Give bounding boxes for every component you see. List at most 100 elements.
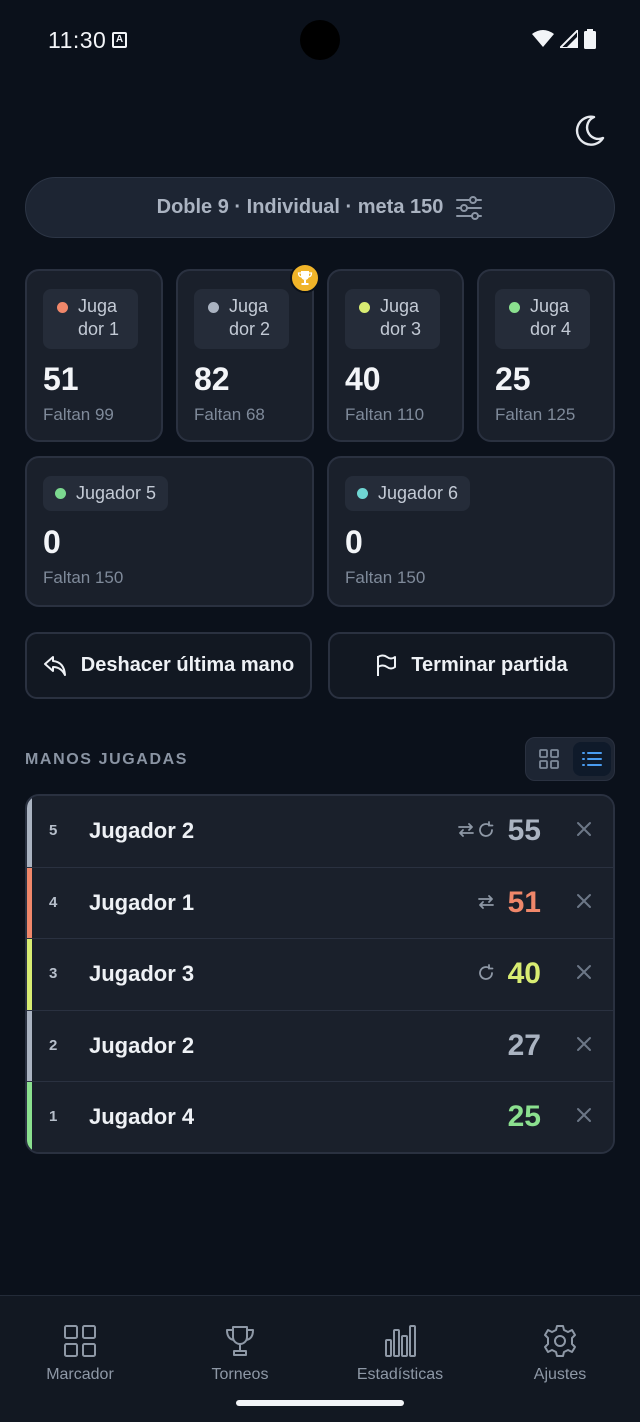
list-icon — [582, 752, 602, 766]
player-score: 0 — [43, 524, 61, 560]
nav-item-ajustes[interactable]: Ajustes — [480, 1324, 640, 1384]
leader-trophy-icon — [290, 263, 320, 293]
player-score: 25 — [495, 361, 531, 397]
player-card[interactable]: Juga dor 3 40 Faltan 110 — [327, 269, 464, 442]
player-score: 0 — [345, 524, 363, 560]
hand-row[interactable]: 5 Jugador 2 55 — [27, 796, 613, 868]
swap-icon — [478, 894, 494, 909]
hand-color-strip — [27, 867, 32, 938]
refresh-icon — [479, 964, 494, 980]
hand-points: 27 — [507, 1028, 541, 1062]
hand-points: 25 — [507, 1100, 541, 1133]
player-badge: Jugador 6 — [345, 476, 471, 511]
nav-label: Estadísticas — [356, 1366, 444, 1383]
grid-view-button[interactable] — [530, 742, 568, 776]
player-card[interactable]: Jugador 5 0 Faltan 150 — [25, 456, 314, 607]
status-bar: 11:30 A — [0, 0, 640, 80]
player-badge: Jugador 5 — [43, 476, 169, 511]
player-badge: Juga dor 3 — [345, 289, 440, 349]
player-card[interactable]: Jugador 6 0 Faltan 150 — [327, 456, 615, 607]
player-name: Juga dor 2 — [229, 296, 271, 339]
gear-icon — [544, 1325, 576, 1357]
player-score: 82 — [194, 361, 230, 397]
player-remaining: Faltan 68 — [194, 405, 265, 424]
player-name: Jugador 5 — [76, 483, 157, 503]
list-view-button[interactable] — [573, 742, 611, 776]
hand-player: Jugador 2 — [89, 1032, 195, 1058]
sliders-icon — [456, 195, 483, 220]
player-score: 40 — [345, 361, 381, 397]
finish-label: Terminar partida — [411, 654, 568, 676]
player-card[interactable]: Juga dor 4 25 Faltan 125 — [477, 269, 615, 442]
signal-icon — [560, 30, 578, 48]
player-remaining: Faltan 99 — [43, 405, 114, 424]
hand-color-strip — [27, 1082, 32, 1152]
undo-label: Deshacer última mano — [80, 654, 295, 676]
undo-icon — [43, 655, 66, 676]
hand-index: 2 — [49, 1036, 58, 1054]
hand-color-strip — [27, 796, 32, 867]
delete-hand-icon[interactable] — [575, 820, 593, 838]
hand-row[interactable]: 1 Jugador 4 25 — [27, 1082, 613, 1152]
hand-index: 1 — [49, 1108, 58, 1125]
player-name: Juga dor 4 — [530, 296, 572, 339]
camera-cutout — [300, 20, 340, 60]
hand-player: Jugador 3 — [89, 961, 195, 986]
hand-row[interactable]: 3 Jugador 3 40 — [27, 939, 613, 1011]
hand-color-strip — [27, 1010, 32, 1081]
nav-item-marcador[interactable]: Marcador — [0, 1324, 160, 1384]
player-color-dot — [509, 302, 520, 313]
player-color-dot — [359, 302, 370, 313]
hand-points: 40 — [507, 957, 541, 990]
grid-icon — [64, 1325, 96, 1357]
trophy-icon — [226, 1326, 254, 1356]
hand-player: Jugador 4 — [89, 1104, 195, 1129]
player-badge: Juga dor 1 — [43, 289, 138, 349]
player-color-dot — [208, 302, 219, 313]
moon-icon[interactable] — [572, 114, 606, 148]
wifi-icon — [532, 30, 554, 47]
player-name: Juga dor 1 — [78, 296, 120, 339]
hand-row[interactable]: 4 Jugador 1 51 — [27, 867, 613, 939]
grid-icon — [539, 749, 559, 769]
status-icons — [532, 29, 596, 49]
game-config-button[interactable]: Doble 9 · Individual · meta 150 — [25, 177, 615, 238]
delete-hand-icon[interactable] — [575, 892, 593, 910]
hand-row[interactable]: 2 Jugador 2 27 — [27, 1010, 613, 1082]
player-card[interactable]: Juga dor 1 51 Faltan 99 — [25, 269, 163, 442]
hand-points: 55 — [507, 814, 541, 847]
nav-label: Torneos — [211, 1366, 269, 1383]
status-time: 11:30 — [48, 27, 107, 53]
player-color-dot — [357, 488, 368, 499]
delete-hand-icon[interactable] — [575, 1035, 593, 1053]
hand-player: Jugador 2 — [89, 818, 195, 843]
player-badge: Juga dor 4 — [495, 289, 590, 349]
delete-hand-icon[interactable] — [575, 1106, 593, 1124]
nav-item-estadisticas[interactable]: Estadísticas — [320, 1324, 480, 1384]
player-name: Juga dor 3 — [380, 296, 422, 339]
hand-player: Jugador 1 — [89, 889, 195, 915]
swap-icon — [458, 823, 474, 837]
player-card[interactable]: Juga dor 2 82 Faltan 68 — [176, 269, 314, 442]
hand-points: 51 — [507, 885, 541, 919]
hand-flags — [457, 821, 495, 839]
hand-index: 5 — [49, 822, 58, 839]
hand-index: 4 — [49, 893, 58, 911]
nav-label: Ajustes — [533, 1366, 587, 1383]
game-config-summary: Doble 9 · Individual · meta 150 — [156, 196, 444, 218]
nav-item-torneos[interactable]: Torneos — [160, 1324, 320, 1384]
hand-flags — [477, 964, 495, 982]
accessibility-icon: A — [112, 32, 127, 48]
player-badge: Juga dor 2 — [194, 289, 289, 349]
home-indicator[interactable] — [236, 1400, 404, 1406]
hand-index: 3 — [49, 965, 58, 982]
player-color-dot — [55, 488, 66, 499]
finish-game-button[interactable]: Terminar partida — [328, 632, 615, 699]
undo-last-hand-button[interactable]: Deshacer última mano — [25, 632, 312, 699]
hand-color-strip — [27, 939, 32, 1010]
player-score: 51 — [43, 361, 79, 397]
player-remaining: Faltan 150 — [43, 568, 124, 587]
player-remaining: Faltan 110 — [345, 405, 425, 424]
hands-section-title: MANOS JUGADAS — [25, 751, 189, 768]
delete-hand-icon[interactable] — [575, 963, 593, 981]
